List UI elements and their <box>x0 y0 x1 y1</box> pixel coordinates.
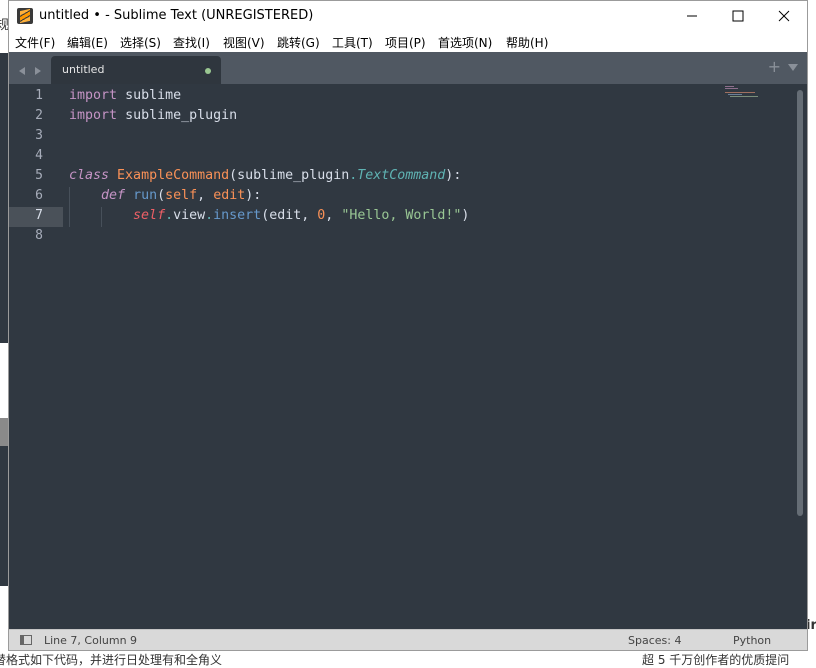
tab-label: untitled <box>62 63 105 76</box>
code-token: import <box>69 108 118 123</box>
tab-bar: untitled + <box>9 52 807 84</box>
code-token: ExampleCommand <box>117 168 230 183</box>
code-token: , <box>197 188 206 203</box>
tab-navigation-icon[interactable] <box>17 65 43 77</box>
menu-file[interactable]: 文件(F) <box>15 34 55 51</box>
code-line-7[interactable]: self.view.insert(edit, 0, "Hello, World!… <box>69 206 469 226</box>
sublime-app-icon[interactable] <box>17 8 33 24</box>
unsaved-dot-icon[interactable] <box>205 68 211 74</box>
code-token: self <box>165 188 198 203</box>
menu-project[interactable]: 项目(P) <box>385 34 426 51</box>
menu-edit[interactable]: 编辑(E) <box>67 34 108 51</box>
tab-untitled[interactable]: untitled <box>51 56 221 84</box>
line-number: 4 <box>35 148 43 163</box>
code-token: . <box>165 208 174 223</box>
menu-view[interactable]: 视图(V) <box>223 34 265 51</box>
code-token: ( <box>157 188 166 203</box>
new-tab-plus-icon[interactable]: + <box>768 57 781 76</box>
syntax-selector[interactable]: Python <box>733 634 771 647</box>
close-button[interactable] <box>761 1 807 31</box>
menu-selection[interactable]: 选择(S) <box>120 34 161 51</box>
code-token: run <box>133 188 158 203</box>
line-number: 3 <box>35 128 43 143</box>
code-token: ( <box>229 168 238 183</box>
menu-preferences[interactable]: 首选项(N) <box>438 34 492 51</box>
code-token: def <box>101 188 126 203</box>
code-token: "Hello, World!" <box>341 208 462 223</box>
minimize-button[interactable] <box>669 1 715 31</box>
menu-help[interactable]: 帮助(H) <box>506 34 548 51</box>
code-token: TextCommand <box>357 168 446 183</box>
code-token: : <box>253 188 262 203</box>
code-token: ) <box>461 208 470 223</box>
code-token: : <box>453 168 462 183</box>
code-token: self <box>133 208 166 223</box>
background-fragment <box>0 53 8 343</box>
maximize-button[interactable] <box>715 1 761 31</box>
code-token: edit <box>213 188 246 203</box>
code-token: view <box>173 208 206 223</box>
vertical-scrollbar[interactable] <box>797 90 803 516</box>
menu-find[interactable]: 查找(I) <box>173 34 210 51</box>
code-token: ( <box>261 208 270 223</box>
background-fragment <box>0 446 8 586</box>
code-token: sublime <box>125 88 182 103</box>
code-token: insert <box>213 208 262 223</box>
line-number-gutter[interactable]: 1 2 3 4 5 6 7 8 <box>9 84 59 629</box>
title-bar[interactable]: untitled • - Sublime Text (UNREGISTERED) <box>9 1 807 31</box>
line-number-active: 7 <box>35 208 43 223</box>
code-token: sublime_plugin <box>237 168 350 183</box>
code-line-1[interactable]: import sublime <box>69 86 181 106</box>
menu-bar: 文件(F) 编辑(E) 选择(S) 查找(I) 视图(V) 跳转(G) 工具(T… <box>9 31 807 52</box>
line-number: 6 <box>35 188 43 203</box>
sublime-window: untitled • - Sublime Text (UNREGISTERED)… <box>8 0 808 651</box>
background-text: 超 5 千万创作者的优质提问 <box>642 653 790 667</box>
code-editor[interactable]: 1 2 3 4 5 6 7 8 import sublime import su… <box>9 84 807 629</box>
background-text: 替格式如下代码，并进行日处理有和全角义 <box>0 653 223 667</box>
indentation-setting[interactable]: Spaces: 4 <box>628 634 681 647</box>
code-token: edit <box>269 208 302 223</box>
code-line-5[interactable]: class ExampleCommand(sublime_plugin.Text… <box>69 166 461 186</box>
code-line-6[interactable]: def run(self, edit): <box>69 186 261 206</box>
line-number: 5 <box>35 168 43 183</box>
minimize-icon <box>687 15 697 17</box>
sidebar-toggle-icon[interactable] <box>20 635 32 645</box>
code-token: class <box>69 168 110 183</box>
close-icon <box>778 10 790 22</box>
menu-goto[interactable]: 跳转(G) <box>277 34 320 51</box>
maximize-icon <box>732 10 744 22</box>
code-token: import <box>69 88 118 103</box>
status-bar: Line 7, Column 9 Spaces: 4 Python <box>9 629 807 650</box>
line-number: 2 <box>35 108 43 123</box>
code-token: . <box>205 208 214 223</box>
line-number: 8 <box>35 228 43 243</box>
line-number: 1 <box>35 88 43 103</box>
cursor-position: Line 7, Column 9 <box>44 634 138 647</box>
tab-list-chevron-down-icon[interactable] <box>788 64 798 71</box>
menu-tools[interactable]: 工具(T) <box>332 34 373 51</box>
tab-nav-arrows <box>17 62 43 81</box>
background-fragment <box>0 418 8 446</box>
code-token: sublime_plugin <box>125 108 238 123</box>
code-line-2[interactable]: import sublime_plugin <box>69 106 237 126</box>
minimap[interactable] <box>725 86 773 100</box>
window-title: untitled • - Sublime Text (UNREGISTERED) <box>39 8 314 23</box>
